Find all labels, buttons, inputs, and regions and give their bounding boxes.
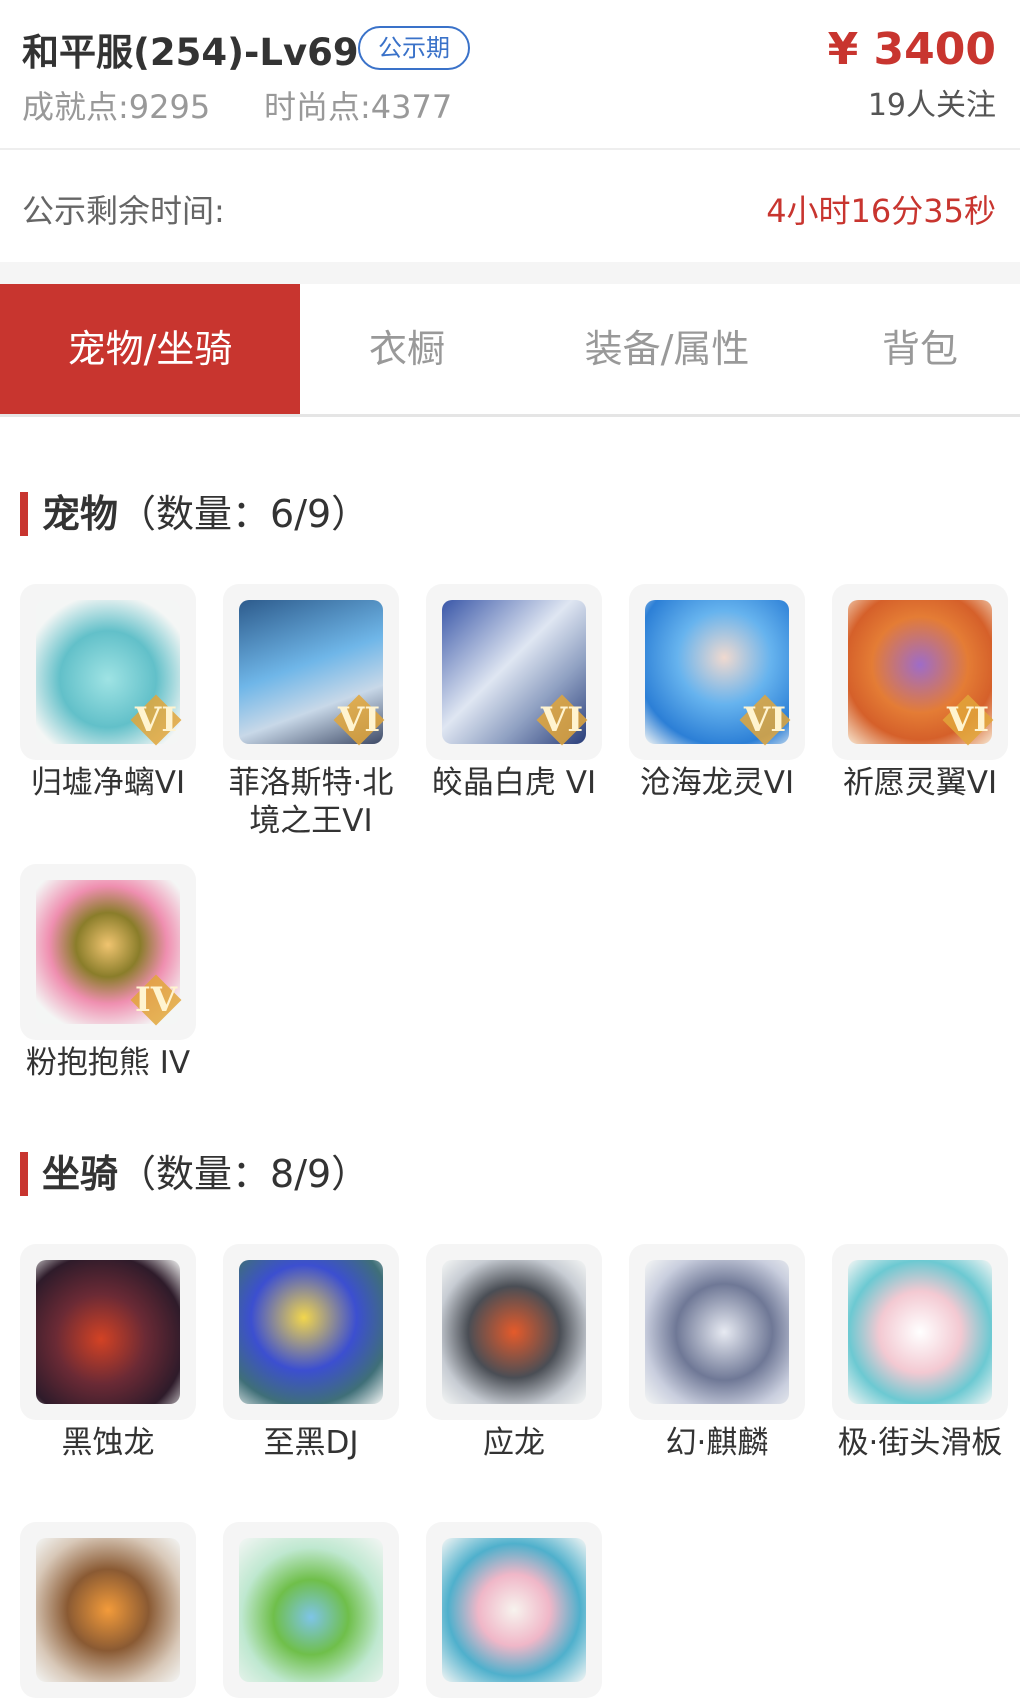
mount-image (442, 1538, 586, 1682)
pet-name: 祈愿灵翼VI (842, 765, 998, 801)
follow-count[interactable]: 19人关注 (868, 80, 996, 124)
tab-wardrobe[interactable]: 衣橱 (300, 284, 514, 414)
mount-image (442, 1260, 586, 1404)
tab-bar: 宠物/坐骑 衣橱 装备/属性 背包 (0, 284, 1020, 417)
tier-label: IV (134, 980, 178, 1020)
tier-badge-icon: VI (130, 694, 182, 746)
tier-label: VI (134, 700, 178, 740)
tier-label: VI (337, 700, 381, 740)
mount-thumbnail (20, 1244, 196, 1420)
mounts-count: （数量：8/9） (118, 1152, 370, 1196)
tier-badge-icon: VI (739, 694, 791, 746)
mount-item[interactable]: 极·街头滑板 (832, 1244, 1008, 1462)
pets-heading: 宠物 (42, 492, 119, 536)
pet-thumbnail: VI (426, 584, 602, 760)
pet-item[interactable]: VI 皎晶白虎 VI (426, 584, 602, 802)
mount-image (36, 1538, 180, 1682)
pet-name: 归墟净螭VI (30, 765, 186, 801)
mount-item[interactable]: 幻·麒麟 (629, 1244, 805, 1462)
mount-thumbnail (832, 1244, 1008, 1420)
tier-badge-icon: VI (942, 694, 994, 746)
listing-header: 和平服(254)-Lv69 公示期 ¥ 3400 成就点:9295 时尚点:43… (0, 0, 1020, 150)
mount-name: 极·街头滑板 (837, 1425, 1003, 1461)
mount-image (645, 1260, 789, 1404)
tab-backpack[interactable]: 背包 (820, 284, 1020, 414)
mount-thumbnail (20, 1522, 196, 1698)
mount-thumbnail (223, 1244, 399, 1420)
mount-item[interactable] (20, 1522, 196, 1702)
pet-thumbnail: VI (223, 584, 399, 760)
pet-thumbnail: VI (832, 584, 1008, 760)
pet-item[interactable]: VI 祈愿灵翼VI (832, 584, 1008, 802)
countdown-value: 4小时16分35秒 (766, 192, 996, 230)
pet-item[interactable]: VI 沧海龙灵VI (629, 584, 805, 802)
pet-thumbnail: IV (20, 864, 196, 1040)
countdown-label: 公示剩余时间: (22, 192, 225, 230)
countdown-row: 公示剩余时间: 4小时16分35秒 (0, 150, 1020, 260)
pet-item[interactable]: IV 粉抱抱熊 IV (20, 864, 196, 1082)
tier-label: VI (743, 700, 787, 740)
tier-badge-icon: VI (333, 694, 385, 746)
pet-thumbnail: VI (629, 584, 805, 760)
mount-item[interactable]: 至黑DJ (223, 1244, 399, 1462)
pet-thumbnail: VI (20, 584, 196, 760)
mount-name: 幻·麒麟 (665, 1425, 769, 1461)
pet-name: 皎晶白虎 VI (431, 765, 597, 801)
mount-item[interactable] (223, 1522, 399, 1702)
mount-image (36, 1260, 180, 1404)
pet-item[interactable]: VI 菲洛斯特·北境之王VI (223, 584, 399, 840)
tier-badge-icon: IV (130, 974, 182, 1026)
achievement-points: 成就点:9295 (22, 88, 211, 126)
status-badge: 公示期 (358, 26, 470, 70)
mount-thumbnail (426, 1244, 602, 1420)
mount-thumbnail (629, 1244, 805, 1420)
pets-section-title: 宠物（数量：6/9） (20, 492, 369, 536)
mount-name: 至黑DJ (263, 1425, 359, 1461)
pet-item[interactable]: VI 归墟净螭VI (20, 584, 196, 802)
tab-equipment[interactable]: 装备/属性 (514, 284, 820, 414)
pets-count: （数量：6/9） (118, 492, 370, 536)
mount-item[interactable]: 应龙 (426, 1244, 602, 1462)
tier-label: VI (540, 700, 584, 740)
price: ¥ 3400 (827, 24, 996, 75)
mounts-heading: 坐骑 (42, 1152, 119, 1196)
listing-title: 和平服(254)-Lv69 (22, 31, 359, 74)
pet-name: 沧海龙灵VI (639, 765, 795, 801)
mounts-section-title: 坐骑（数量：8/9） (20, 1152, 369, 1196)
tier-label: VI (946, 700, 990, 740)
mount-item[interactable]: 黑蚀龙 (20, 1244, 196, 1462)
mount-thumbnail (223, 1522, 399, 1698)
mount-image (239, 1538, 383, 1682)
mount-item[interactable] (426, 1522, 602, 1702)
fashion-points: 时尚点:4377 (264, 88, 453, 126)
mount-name: 黑蚀龙 (61, 1425, 155, 1461)
mount-image (239, 1260, 383, 1404)
pet-name: 粉抱抱熊 IV (25, 1045, 191, 1081)
section-divider (0, 262, 1020, 284)
tab-pets-mounts[interactable]: 宠物/坐骑 (0, 284, 300, 414)
mount-name: 应龙 (483, 1425, 545, 1461)
pet-name: 菲洛斯特·北境之王VI (228, 765, 394, 839)
mount-thumbnail (426, 1522, 602, 1698)
tier-badge-icon: VI (536, 694, 588, 746)
mount-image (848, 1260, 992, 1404)
